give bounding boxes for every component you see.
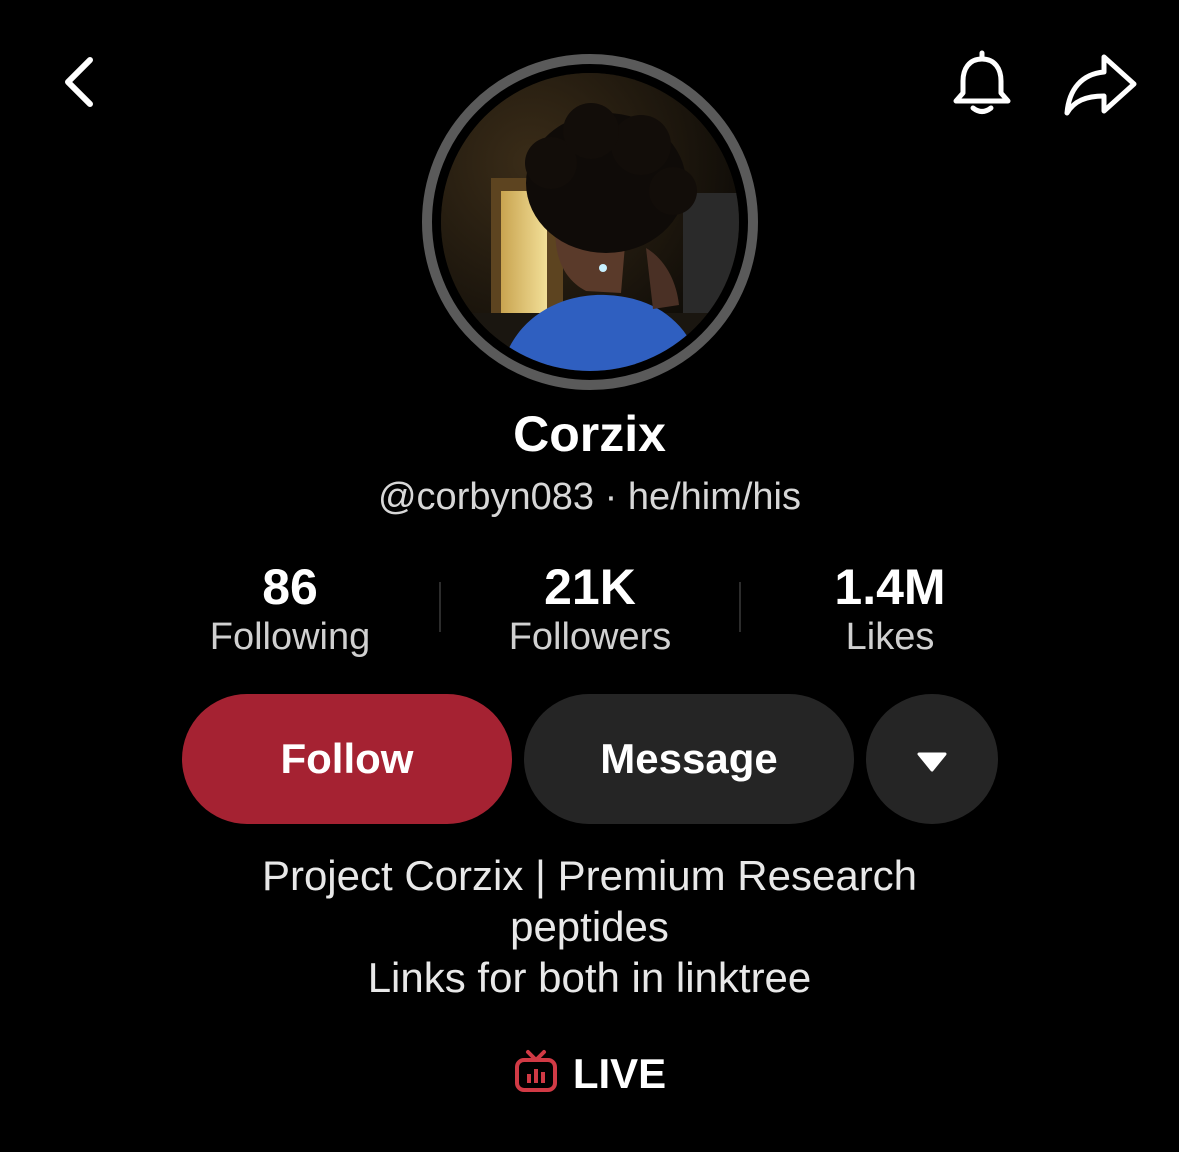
share-button[interactable] xyxy=(1056,44,1146,128)
stat-divider xyxy=(439,582,441,632)
share-arrow-icon xyxy=(1062,49,1140,124)
stat-divider xyxy=(739,582,741,632)
profile-handle-line: @corbyn083 · he/him/his xyxy=(0,474,1179,520)
profile-bio: Project Corzix | Premium Research peptid… xyxy=(0,850,1179,1003)
bio-line: Links for both in linktree xyxy=(367,954,812,1001)
live-label: LIVE xyxy=(572,1050,667,1097)
stat-likes[interactable]: 1.4M Likes xyxy=(740,558,1040,660)
stat-label: Followers xyxy=(508,616,672,658)
avatar-photo xyxy=(441,73,739,371)
stat-value: 21K xyxy=(544,559,636,615)
profile-pronouns: he/him/his xyxy=(627,476,802,518)
back-button[interactable] xyxy=(40,44,120,124)
stat-followers[interactable]: 21K Followers xyxy=(440,558,740,660)
stat-value: 86 xyxy=(262,559,318,615)
message-button[interactable]: Message xyxy=(524,694,854,824)
bio-line: Project Corzix | Premium Research xyxy=(261,852,918,899)
live-link[interactable]: LIVE xyxy=(0,1048,1179,1100)
more-options-button[interactable] xyxy=(866,694,998,824)
caret-down-icon xyxy=(916,735,948,783)
stat-label: Following xyxy=(209,616,371,658)
notifications-button[interactable] xyxy=(940,44,1024,128)
handle-separator: · xyxy=(604,476,618,518)
profile-handle: @corbyn083 xyxy=(377,476,595,518)
stat-label: Likes xyxy=(845,616,935,658)
stat-value: 1.4M xyxy=(834,559,946,615)
tv-live-icon xyxy=(513,1049,559,1100)
profile-display-name: Corzix xyxy=(513,406,666,462)
avatar[interactable] xyxy=(422,54,758,390)
bio-line: peptides xyxy=(510,903,669,950)
follow-button[interactable]: Follow xyxy=(182,694,512,824)
chevron-left-icon xyxy=(50,52,110,117)
bell-icon xyxy=(947,49,1017,124)
profile-stats: 86 Following 21K Followers 1.4M Likes xyxy=(140,558,1040,668)
stat-following[interactable]: 86 Following xyxy=(140,558,440,660)
